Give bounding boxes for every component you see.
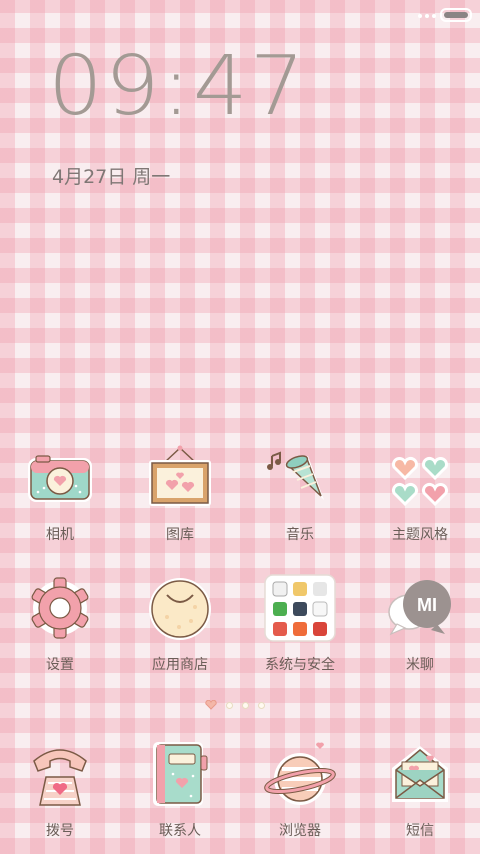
app-contacts[interactable]: 联系人 bbox=[120, 736, 240, 854]
dock: 拨号 联系人 浏览器 短信 bbox=[0, 736, 480, 854]
contacts-book-icon bbox=[142, 736, 218, 812]
app-label: 短信 bbox=[406, 823, 434, 839]
chat-bubble-icon: MI bbox=[382, 570, 458, 646]
app-label: 音乐 bbox=[286, 527, 314, 543]
page-dot bbox=[258, 701, 265, 709]
folder-grid-icon bbox=[262, 570, 338, 646]
app-themes[interactable]: 主题风格 bbox=[360, 440, 480, 558]
chat-icon-text: MI bbox=[417, 595, 437, 615]
app-label: 主题风格 bbox=[392, 527, 448, 543]
clock-date[interactable]: 4月27日 周一 bbox=[52, 162, 170, 189]
app-label: 系统与安全 bbox=[265, 657, 335, 673]
app-label: 拨号 bbox=[46, 823, 74, 839]
hearts-icon bbox=[382, 440, 458, 516]
app-label: 设置 bbox=[46, 657, 74, 673]
gear-icon bbox=[22, 570, 98, 646]
battery-icon bbox=[440, 8, 472, 22]
envelope-icon bbox=[382, 736, 458, 812]
page-indicator[interactable] bbox=[205, 700, 265, 710]
status-bar bbox=[0, 0, 480, 28]
app-settings[interactable]: 设置 bbox=[0, 570, 120, 688]
planet-icon bbox=[262, 736, 338, 812]
app-camera[interactable]: 相机 bbox=[0, 440, 120, 558]
app-system-security[interactable]: 系统与安全 bbox=[240, 570, 360, 688]
app-grid-row-2: 设置 应用商店 系统与安全 MI 米聊 bbox=[0, 570, 480, 688]
app-mitalk[interactable]: MI 米聊 bbox=[360, 570, 480, 688]
app-label: 米聊 bbox=[406, 657, 434, 673]
clock-time[interactable]: 09:47 bbox=[48, 46, 307, 128]
more-dots-icon bbox=[418, 14, 436, 18]
app-music[interactable]: 音乐 bbox=[240, 440, 360, 558]
app-gallery[interactable]: 图库 bbox=[120, 440, 240, 558]
page-dot bbox=[242, 701, 249, 709]
telephone-icon bbox=[22, 736, 98, 812]
app-messages[interactable]: 短信 bbox=[360, 736, 480, 854]
app-label: 相机 bbox=[46, 527, 74, 543]
page-dot-current-heart-icon bbox=[205, 700, 217, 710]
app-store[interactable]: 应用商店 bbox=[120, 570, 240, 688]
app-label: 图库 bbox=[166, 527, 194, 543]
camera-icon bbox=[22, 440, 98, 516]
music-cone-icon bbox=[262, 440, 338, 516]
app-label: 浏览器 bbox=[279, 823, 321, 839]
app-grid-row-1: 相机 图库 音乐 主题风格 bbox=[0, 440, 480, 558]
app-browser[interactable]: 浏览器 bbox=[240, 736, 360, 854]
app-label: 联系人 bbox=[159, 823, 201, 839]
bun-icon bbox=[142, 570, 218, 646]
picture-frame-icon bbox=[142, 440, 218, 516]
app-label: 应用商店 bbox=[152, 657, 208, 673]
app-dialer[interactable]: 拨号 bbox=[0, 736, 120, 854]
page-dot bbox=[226, 701, 233, 709]
